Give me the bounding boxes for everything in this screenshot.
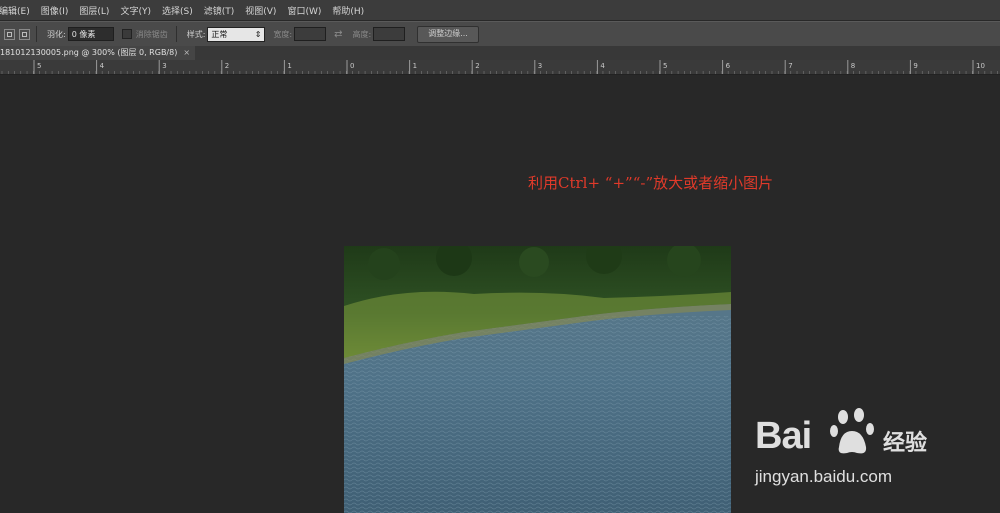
menu-item-0[interactable]: 编辑(E) <box>0 4 36 17</box>
menu-item-1[interactable]: 图像(I) <box>36 4 75 17</box>
ruler-label: 8 <box>851 62 855 70</box>
ruler-label: 6 <box>726 62 731 70</box>
ruler-label: 5 <box>663 62 667 70</box>
watermark-url: jingyan.baidu.com <box>755 467 893 486</box>
document-tab[interactable]: 181012130005.png @ 300% (图层 0, RGB/8) × <box>0 46 196 60</box>
ruler-label: 9 <box>913 62 917 70</box>
document-image[interactable] <box>344 246 731 513</box>
ruler-label: 2 <box>475 62 479 70</box>
width-input[interactable] <box>294 27 327 41</box>
ruler-label: 3 <box>538 62 542 70</box>
selection-mode-new-inner <box>7 31 12 37</box>
ruler-label: 0 <box>350 62 354 70</box>
ruler-label: 1 <box>287 62 291 70</box>
options-bar: 羽化: 0 像素 消除锯齿 样式: 正常 ⇕ 宽度: ⇄ 高度: 调整边缘... <box>0 21 1000 47</box>
lake-landscape-image <box>344 246 731 513</box>
selection-mode-add-icon[interactable] <box>19 28 30 40</box>
ruler-label: 5 <box>37 62 41 70</box>
width-label: 宽度: <box>273 29 293 39</box>
ruler-label: 4 <box>100 62 105 70</box>
close-icon[interactable]: × <box>183 46 190 60</box>
select-arrows-icon: ⇕ <box>254 29 262 39</box>
menu-item-3[interactable]: 文字(Y) <box>115 4 157 17</box>
ruler-label: 3 <box>162 62 166 70</box>
menu-item-5[interactable]: 滤镜(T) <box>199 4 241 17</box>
jingyan-text: 经验 <box>883 431 928 456</box>
style-label: 样式: <box>186 29 206 39</box>
ruler-label: 1 <box>413 62 417 70</box>
refine-edge-button[interactable]: 调整边缘... <box>417 25 479 43</box>
selection-mode-add-inner <box>22 31 27 37</box>
document-tabbar: 181012130005.png @ 300% (图层 0, RGB/8) × <box>0 46 1000 60</box>
menu-item-2[interactable]: 图层(L) <box>74 4 115 17</box>
height-input[interactable] <box>373 27 406 41</box>
divider <box>36 26 37 42</box>
selection-mode-new-icon[interactable] <box>4 28 15 40</box>
horizontal-ruler[interactable]: 5 4 3 2 1 0 1 2 3 4 5 6 7 8 9 10 <box>0 60 1000 75</box>
ruler-label: 10 <box>976 62 985 70</box>
baidu-watermark: Bai 经验 jingyan.baidu.com <box>755 405 945 495</box>
instruction-caption: 利用Ctrl+ “+”“-”放大或者缩小图片 <box>528 174 774 192</box>
style-value: 正常 <box>211 29 228 39</box>
height-label: 高度: <box>352 29 372 39</box>
feather-input[interactable]: 0 像素 <box>67 27 114 41</box>
divider <box>175 26 177 42</box>
ruler-ticks: 5 4 3 2 1 0 1 2 3 4 5 6 7 8 9 10 <box>1 60 998 74</box>
ruler-label: 2 <box>225 62 229 70</box>
ruler-label: 7 <box>788 62 792 70</box>
menu-item-8[interactable]: 帮助(H) <box>327 4 370 17</box>
paw-icon <box>830 408 874 454</box>
document-tab-title: 181012130005.png @ 300% (图层 0, RGB/8) <box>0 48 178 57</box>
menu-item-7[interactable]: 窗口(W) <box>282 4 327 17</box>
baidu-logo: Bai <box>755 415 812 457</box>
menu-item-4[interactable]: 选择(S) <box>157 4 199 17</box>
style-select[interactable]: 正常 ⇕ <box>207 26 266 42</box>
menu-bar: 编辑(E) 图像(I) 图层(L) 文字(Y) 选择(S) 滤镜(T) 视图(V) 窗口(W)… <box>0 0 1000 20</box>
swap-icon[interactable]: ⇄ <box>334 29 342 40</box>
ruler-label: 4 <box>600 62 605 70</box>
antialias-checkbox[interactable] <box>121 29 132 39</box>
antialias-label: 消除锯齿 <box>135 29 168 39</box>
feather-label: 羽化: <box>47 29 66 39</box>
menu-item-6[interactable]: 视图(V) <box>240 4 282 17</box>
